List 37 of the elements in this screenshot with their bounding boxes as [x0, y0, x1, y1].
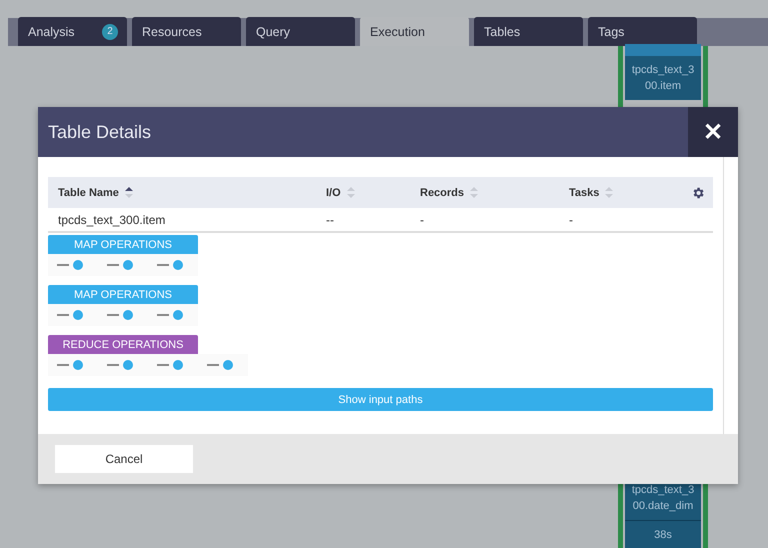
- task-step-icon[interactable]: [57, 260, 83, 270]
- task-step-icon[interactable]: [157, 260, 183, 270]
- task-step-icon[interactable]: [107, 310, 133, 320]
- table-cell: -: [559, 208, 713, 233]
- task-step-icon[interactable]: [57, 360, 83, 370]
- column-header[interactable]: Tasks: [559, 177, 713, 208]
- node-label: tpcds_text_3 00.item: [630, 63, 696, 94]
- operations-header: MAP OPERATIONS: [48, 235, 198, 254]
- table-cell: -: [410, 208, 559, 233]
- tab[interactable]: Tags: [588, 17, 697, 46]
- task-step-icon[interactable]: [207, 360, 233, 370]
- cancel-button[interactable]: Cancel: [55, 445, 193, 473]
- tab[interactable]: Query: [246, 17, 355, 46]
- close-button[interactable]: ✕: [688, 107, 738, 157]
- task-step-icon[interactable]: [157, 310, 183, 320]
- table-node[interactable]: tpcds_text_3 00.item: [625, 44, 701, 100]
- operations-header: REDUCE OPERATIONS: [48, 335, 198, 354]
- tab[interactable]: Execution: [360, 17, 469, 46]
- dialog-title: Table Details: [47, 122, 152, 142]
- column-header[interactable]: I/O: [316, 177, 410, 208]
- task-step-icon[interactable]: [107, 360, 133, 370]
- tab[interactable]: Analysis 2: [18, 17, 127, 46]
- column-header[interactable]: Table Name: [48, 177, 316, 208]
- node-label: tpcds_text_3 00.date_dim: [630, 483, 696, 514]
- table-cell: tpcds_text_300.item: [48, 208, 316, 233]
- count-badge: 2: [102, 24, 118, 40]
- table-cell: --: [316, 208, 410, 233]
- operations-header: MAP OPERATIONS: [48, 285, 198, 304]
- task-step-icon[interactable]: [107, 260, 133, 270]
- node-duration: 38s: [625, 520, 701, 548]
- tab[interactable]: Resources: [132, 17, 241, 46]
- task-step-icon[interactable]: [57, 310, 83, 320]
- column-header[interactable]: Records: [410, 177, 559, 208]
- tab[interactable]: Tables: [474, 17, 583, 46]
- task-step-icon[interactable]: [157, 360, 183, 370]
- settings-icon[interactable]: [691, 186, 705, 200]
- sort-icon[interactable]: [124, 187, 133, 198]
